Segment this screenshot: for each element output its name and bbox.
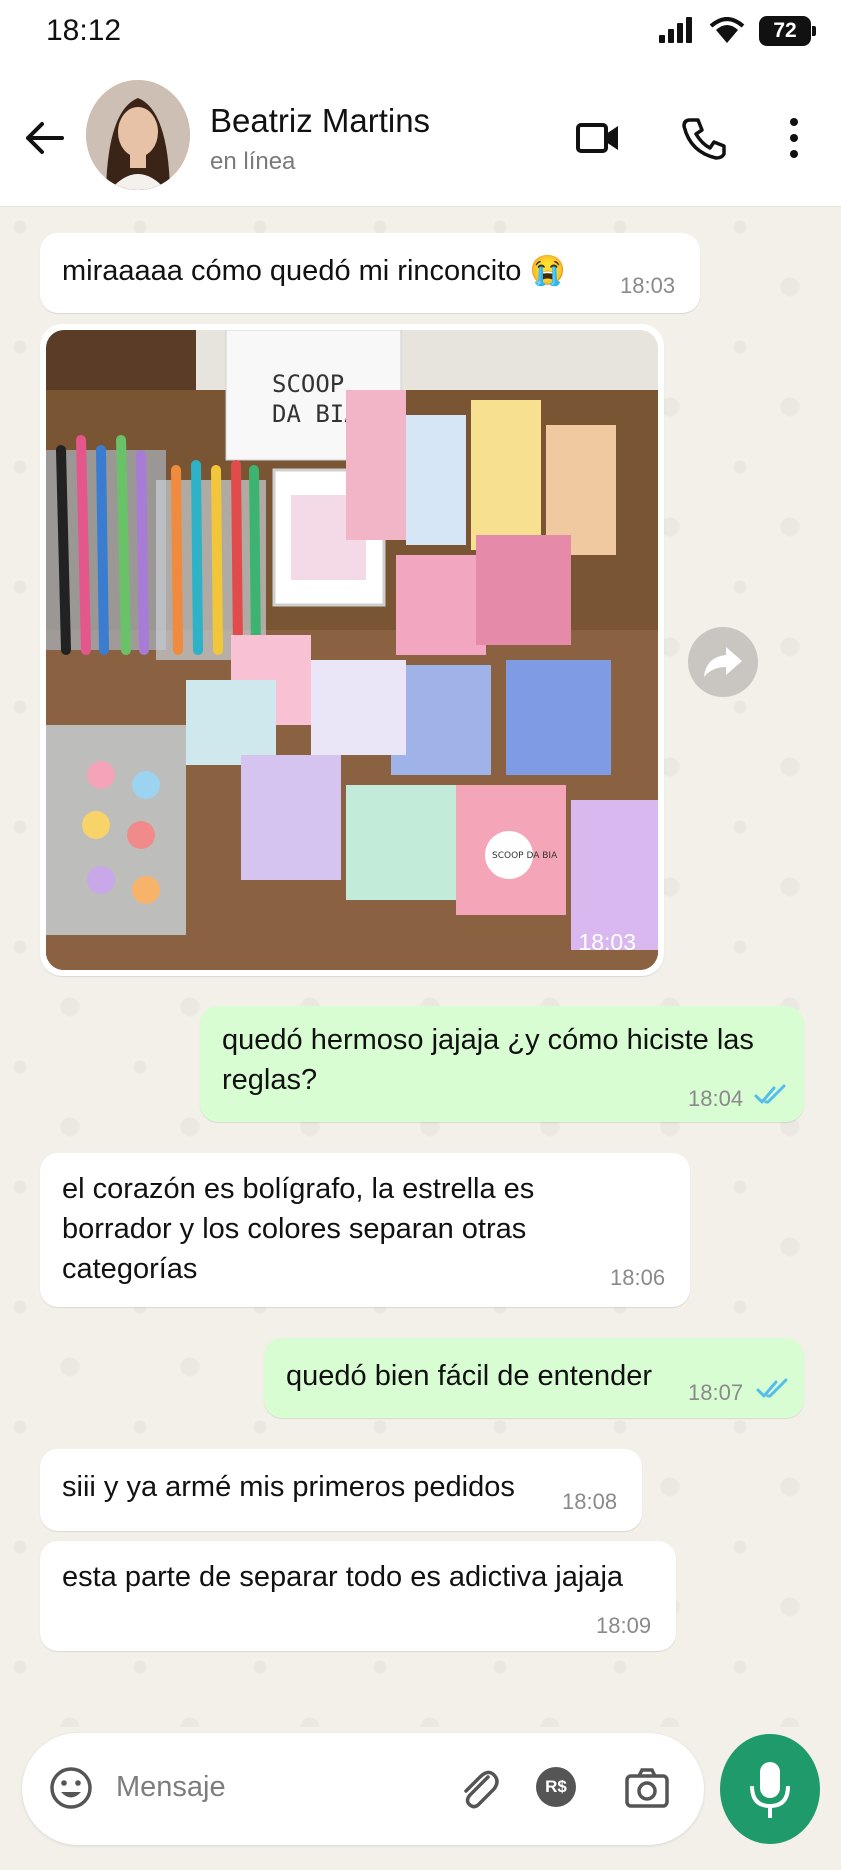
message-time: 18:07 [688, 1380, 744, 1405]
emoji-icon[interactable] [44, 1761, 98, 1815]
forward-icon [704, 647, 742, 677]
contact-status: en línea [210, 148, 296, 175]
read-receipt-icon [756, 1378, 788, 1398]
contact-name[interactable]: Beatriz Martins [210, 102, 430, 140]
mic-icon [750, 1762, 790, 1818]
message-input[interactable]: Mensaje [116, 1771, 226, 1804]
back-arrow-icon[interactable] [22, 116, 66, 160]
message-text-line1: el corazón es bolígrafo, la estrella es [62, 1173, 535, 1205]
avatar[interactable] [86, 80, 190, 190]
signal-icon [659, 17, 692, 43]
message-time: 18:08 [562, 1489, 618, 1514]
battery-icon: 72 [759, 16, 816, 46]
message-composer: Mensaje R$ [22, 1733, 704, 1845]
image-message[interactable]: SCOOP DA BIA SCOOP DA BIA 18:03 [40, 324, 664, 976]
message-time: 18:09 [596, 1613, 652, 1638]
message-bubble-incoming[interactable]: el corazón es bolígrafo, la estrella es … [40, 1153, 690, 1307]
status-bar: 18:12 72 [0, 0, 841, 66]
status-time: 18:12 [46, 14, 122, 47]
forward-button[interactable] [688, 627, 758, 697]
sticker-label: SCOOP DA BIA [492, 851, 558, 861]
voice-message-button[interactable] [720, 1734, 820, 1844]
message-time: 18:06 [610, 1265, 666, 1290]
phone-icon[interactable] [680, 114, 728, 162]
message-bubble-incoming[interactable]: siii y ya armé mis primeros pedidos 18:0… [40, 1449, 642, 1531]
message-text-line2: reglas? [222, 1064, 318, 1096]
attach-icon[interactable] [452, 1761, 506, 1815]
message-text: quedó bien fácil de entender [286, 1360, 653, 1392]
message-text-line2: borrador y los colores separan otras [62, 1213, 527, 1245]
box-label: SCOOP [272, 370, 344, 398]
status-icons: 72 [657, 16, 816, 46]
message-time: 18:03 [620, 273, 676, 298]
chat-header: Beatriz Martins en línea [0, 66, 841, 207]
wifi-icon [709, 17, 745, 43]
message-text: miraaaaa cómo quedó mi rinconcito 😭 [62, 255, 566, 287]
video-call-icon[interactable] [574, 114, 622, 162]
message-text-line3: categorías [62, 1253, 198, 1285]
message-text: esta parte de separar todo es adictiva j… [62, 1561, 624, 1593]
message-bubble-incoming[interactable]: miraaaaa cómo quedó mi rinconcito 😭 18:0… [40, 233, 700, 313]
message-time: 18:04 [688, 1086, 744, 1111]
message-bubble-outgoing[interactable]: quedó bien fácil de entender 18:07 [264, 1338, 804, 1418]
read-receipt-icon [754, 1084, 786, 1104]
payment-icon[interactable]: R$ [536, 1767, 576, 1807]
camera-icon[interactable] [620, 1761, 674, 1815]
image-time: 18:03 [578, 929, 636, 955]
more-vert-icon[interactable] [770, 114, 818, 162]
message-text: siii y ya armé mis primeros pedidos [62, 1471, 515, 1503]
message-bubble-outgoing[interactable]: quedó hermoso jajaja ¿y cómo hiciste las… [200, 1006, 804, 1122]
message-text-line1: quedó hermoso jajaja ¿y cómo hiciste las [222, 1024, 754, 1056]
message-photo[interactable]: SCOOP DA BIA SCOOP DA BIA 18:03 [46, 330, 658, 970]
message-bubble-incoming[interactable]: esta parte de separar todo es adictiva j… [40, 1541, 676, 1651]
